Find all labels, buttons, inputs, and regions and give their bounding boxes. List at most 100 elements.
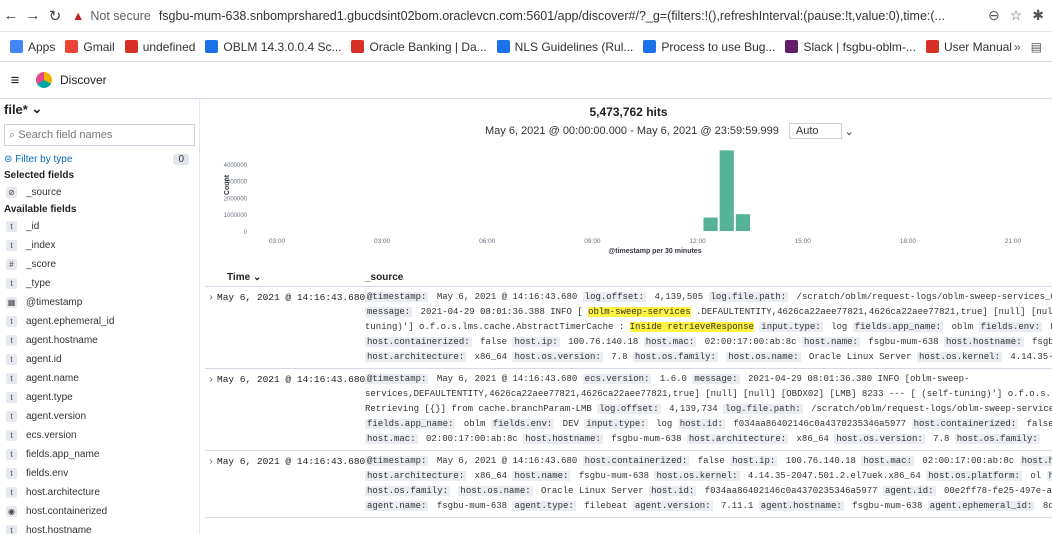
field-name: ecs.version [26,430,77,441]
field-item[interactable]: t fields.app_name [0,445,199,464]
field-type-icon: t [6,487,17,498]
field-key: host.mac: [643,337,697,347]
bookmark-label: Gmail [83,39,115,54]
field-item[interactable]: t host.hostname [0,521,199,534]
field-value: f034aa86402146c0a4370235346a5977 [704,486,878,496]
field-item[interactable]: ▦ @timestamp [0,293,199,312]
field-key: @timestamp: [365,374,429,384]
kibana-logo-icon[interactable] [36,72,52,88]
bookmark-label: Slack | fsgbu-oblm-... [803,39,916,54]
y-tick-label: 0 [244,230,248,236]
bookmark-item[interactable]: Process to use Bug... [643,40,775,54]
field-value: tuning)'] o.f.o.s.lms.cache.AbstractTime… [365,322,630,332]
zoom-icon[interactable]: ⊖ [988,7,1000,24]
field-item[interactable]: t agent.version [0,407,199,426]
source-line: @timestamp: May 6, 2021 @ 14:16:43.680 h… [365,454,1052,469]
field-name: _type [26,278,51,289]
filter-by-type-button[interactable]: ⊜ Filter by type 0 [0,150,199,168]
field-sidebar: file* ⌄ ⌕ Search field names ⊜ Filter by… [0,99,200,534]
more-bookmarks-icon[interactable]: » [1014,40,1021,54]
field-key: host.os.version: [834,434,925,444]
bookmark-label: Oracle Banking | Da... [369,39,487,54]
field-key: host.containerized: [911,419,1019,429]
field-name: agent.version [26,411,87,422]
field-value: fsgbu-mum-638 [436,501,508,511]
bookmark-star-icon[interactable]: ☆ [1010,7,1023,24]
bookmark-item[interactable]: Apps [10,40,55,54]
field-item[interactable]: t _id [0,217,199,236]
forward-icon[interactable]: → [22,7,44,24]
field-key: host.os.version: [512,352,603,362]
field-value: Retrieving [{}] from cache.branchParam-L… [365,404,592,414]
field-item[interactable]: t agent.type [0,388,199,407]
bookmark-icon [10,40,23,53]
field-item[interactable]: t agent.hostname [0,331,199,350]
field-item[interactable]: t agent.id [0,350,199,369]
field-key: host.architecture: [365,471,467,481]
bookmark-icon [925,40,939,53]
field-value: oblm [951,322,974,332]
bookmark-icon [643,40,657,53]
field-value: 02:00:17:00:ab:8c [426,434,518,444]
field-item[interactable]: ⊘ _source [0,183,199,202]
field-item[interactable]: t fields.env [0,464,199,483]
bookmark-item[interactable]: Gmail [65,39,115,54]
source-line: tuning)'] o.f.o.s.lms.cache.AbstractTime… [365,320,1052,335]
field-value: false [697,456,725,466]
field-value: 100.76.140.18 [785,456,856,466]
table-row[interactable]: › May 6, 2021 @ 14:16:43.680 @timestamp: M… [205,451,1052,518]
interval-select[interactable]: Auto [788,123,842,139]
field-item[interactable]: t ecs.version [0,426,199,445]
time-range-label: May 6, 2021 @ 00:00:00.000 - May 6, 2021… [485,125,779,137]
bookmark-item[interactable]: undefined [124,40,195,54]
bookmark-item[interactable]: OBLM 14.3.0.0.4 Sc... [205,40,341,54]
address-bar[interactable]: ▲ Not secure fsgbu-mum-638.snbomprshared… [72,4,982,28]
back-icon[interactable]: ← [0,7,22,24]
reload-icon[interactable]: ↻ [44,7,66,25]
expand-row-icon[interactable]: › [205,372,217,447]
field-value: May 6, 2021 @ 14:16:43.680 [436,456,578,466]
reading-list-icon[interactable]: ▤ [1031,40,1042,54]
field-item[interactable]: t _index [0,236,199,255]
y-axis-label: Count [224,174,231,195]
field-value: fsgbu-mum-638 [1032,337,1052,347]
field-key: message: [692,374,740,384]
field-item[interactable]: t agent.name [0,369,199,388]
field-key: log.file.path: [708,292,789,302]
bookmark-item[interactable]: Oracle Banking | Da... [351,39,487,54]
field-item[interactable]: ◉ host.containerized [0,502,199,521]
extension-icon[interactable]: ✱ [1032,7,1044,24]
field-item[interactable]: t _type [0,274,199,293]
expand-row-icon[interactable]: › [205,454,217,514]
bookmark-item[interactable]: User Manual [925,40,1012,54]
field-key: agent.type: [512,501,576,511]
field-value: fsgbu-mum-638 [868,337,939,347]
field-value: 02:00:17:00:ab:8c [922,456,1015,466]
field-type-icon: ◉ [6,506,17,517]
table-header: Time ⌄ _source [205,269,1052,287]
field-value: May 6, 2021 @ 14:16:43.680 [436,292,578,302]
menu-icon[interactable]: ≡ [2,72,28,89]
field-search-input[interactable]: ⌕ Search field names [4,124,195,146]
time-column-header[interactable]: Time ⌄ [205,272,365,283]
filter-count-badge: 0 [173,153,189,165]
field-value: 7.8 [933,434,950,444]
field-value: log [656,419,673,429]
field-key: agent.name: [365,501,429,511]
time-range: May 6, 2021 @ 00:00:00.000 - May 6, 2021… [485,123,854,139]
bookmark-item[interactable]: NLS Guidelines (Rul... [496,40,633,54]
field-item[interactable]: t agent.ephemeral_id [0,312,199,331]
field-key: @timestamp: [365,292,429,302]
index-pattern-selector[interactable]: file* ⌄ [0,99,199,119]
table-row[interactable]: › May 6, 2021 @ 14:16:43.680 @timestamp: M… [205,287,1052,369]
field-item[interactable]: t host.architecture [0,483,199,502]
table-row[interactable]: › May 6, 2021 @ 14:16:43.680 @timestamp: M… [205,369,1052,451]
x-tick-label: 18:00 [900,238,917,245]
field-item[interactable]: # _score [0,255,199,274]
field-type-icon: t [6,354,17,365]
bookmark-item[interactable]: Slack | fsgbu-oblm-... [785,40,916,54]
histogram-bar [703,217,718,231]
expand-row-icon[interactable]: › [205,290,217,365]
field-key: host.os.platform: [926,471,1022,481]
histogram-chart[interactable]: 4000000300000020000001000000003:00 03:00 0… [205,139,1052,259]
